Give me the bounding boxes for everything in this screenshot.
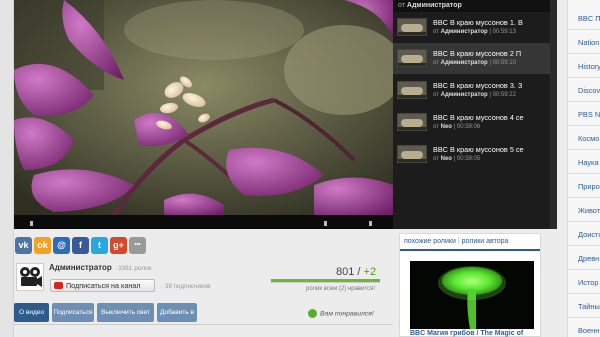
playlist-item[interactable]: BBC В краю муссонов 5 се от Neo | 00:59:… <box>393 139 550 170</box>
category-sidebar: BBC П Nation History Discov PBS N Космо … <box>567 0 600 337</box>
views-count: 801 <box>336 266 355 278</box>
rating-bar-track <box>271 282 380 283</box>
related-tabs: похожие ролики | ролики автора <box>400 234 540 251</box>
related-videos-panel: похожие ролики | ролики автора BBC Магия… <box>399 233 541 337</box>
channel-name-line: Администратор · 3381 ролик <box>49 263 152 272</box>
playlist-scrollbar[interactable] <box>550 0 557 229</box>
rating-bar <box>271 279 380 282</box>
playlist-item-title[interactable]: BBC В краю муссонов 3. З <box>433 81 547 90</box>
playlist-item-meta: от Neo | 00:59:05 <box>433 156 481 162</box>
subscribe-button[interactable]: Подписаться на канал <box>50 279 155 292</box>
video-frame[interactable] <box>14 0 393 215</box>
playlist-item-meta: от Администратор | 00:59:22 <box>433 92 516 98</box>
playlist-item-title[interactable]: BBC В краю муссонов 5 се <box>433 145 547 154</box>
playlist-header-author: Администратор <box>406 2 462 9</box>
tab-author-videos[interactable]: ролики автора <box>462 238 509 245</box>
category-link[interactable]: Истор <box>568 270 600 294</box>
playlist-item-title[interactable]: BBC В краю муссонов 4 се <box>433 113 547 122</box>
playlist-thumbnail[interactable] <box>397 81 427 99</box>
volume-icon[interactable] <box>324 221 327 226</box>
playlist-item[interactable]: BBC В краю муссонов 3. З от Администрато… <box>393 75 550 106</box>
playlist-item[interactable]: BBC В краю муссонов 4 се от Neo | 00:59:… <box>393 107 550 138</box>
channel-avatar[interactable] <box>16 263 44 291</box>
tab-about[interactable]: О видео <box>14 303 49 322</box>
tab-similar-videos[interactable]: похожие ролики <box>404 238 456 245</box>
playlist-item-meta: от Neo | 00:59:06 <box>433 124 481 130</box>
odnoklassniki-icon[interactable]: ok <box>34 237 51 254</box>
category-link[interactable]: BBC П <box>568 6 600 30</box>
playlist-thumbnail[interactable] <box>397 145 427 163</box>
category-link[interactable]: Наука <box>568 150 600 174</box>
playlist-thumbnail[interactable] <box>397 18 427 36</box>
video-tabs: О видео Подписаться Выключить свет Добав… <box>14 303 393 324</box>
category-link[interactable]: Приро <box>568 174 600 198</box>
like-message-text: Вам понравился! <box>320 310 374 318</box>
playlist-item-meta: от Администратор | 00:59:13 <box>433 29 516 35</box>
facebook-icon[interactable]: f <box>72 237 89 254</box>
more-icon[interactable]: ••• <box>129 237 146 254</box>
fullscreen-icon[interactable] <box>369 221 372 226</box>
like-message: Вам понравился! <box>308 309 374 318</box>
subscribe-button-label: Подписаться на канал <box>66 281 141 290</box>
likes-plus: +2 <box>363 266 377 278</box>
channel-name[interactable]: Администратор <box>49 263 112 272</box>
vk-icon[interactable]: vk <box>15 237 32 254</box>
playlist-thumbnail[interactable] <box>397 49 427 67</box>
category-link[interactable]: Discov <box>568 78 600 102</box>
playlist-item-title[interactable]: BBC В краю муссонов 2 П <box>433 49 547 58</box>
category-link[interactable]: Военн <box>568 318 600 337</box>
googleplus-icon[interactable]: g+ <box>110 237 127 254</box>
tab-add-to[interactable]: Добавить в <box>157 303 197 322</box>
playlist-item-active[interactable]: BBC В краю муссонов 2 П от Администратор… <box>393 43 550 74</box>
playlist: от Администратор BBC В краю муссонов 1. … <box>393 0 550 229</box>
subscriber-count: · 39 подписчиков <box>161 283 211 290</box>
playlist-item-meta: от Администратор | 00:59:10 <box>433 60 516 66</box>
playlist-thumbnail[interactable] <box>397 113 427 131</box>
category-link[interactable]: Nation <box>568 30 600 54</box>
view-score: 801 / +2 <box>336 266 377 278</box>
category-link[interactable]: Тайны <box>568 294 600 318</box>
category-link[interactable]: Доисто <box>568 222 600 246</box>
category-link[interactable]: Космо <box>568 126 600 150</box>
category-link[interactable]: History <box>568 54 600 78</box>
related-video-title[interactable]: BBC Магия грибов / The Magic of <box>410 330 523 337</box>
playlist-header-prefix: от <box>398 2 405 9</box>
twitter-icon[interactable]: t <box>91 237 108 254</box>
related-video-thumbnail[interactable] <box>410 261 534 329</box>
tab-lights-off[interactable]: Выключить свет <box>97 303 154 322</box>
thumbs-up-icon <box>308 309 317 318</box>
tab-subscribe[interactable]: Подписаться <box>52 303 94 322</box>
film-camera-icon <box>20 267 42 287</box>
category-link[interactable]: Живот <box>568 198 600 222</box>
category-link[interactable]: Древн <box>568 246 600 270</box>
rating-text: ролик всем (2) нравится! <box>306 286 376 292</box>
playlist-item-title[interactable]: BBC В краю муссонов 1. В <box>433 18 547 27</box>
divider <box>14 324 393 325</box>
youtube-icon <box>54 282 63 289</box>
channel-video-count: · 3381 ролик <box>113 265 152 272</box>
mailru-icon[interactable]: @ <box>53 237 70 254</box>
left-edge-strip <box>0 0 14 337</box>
playlist-item[interactable]: BBC В краю муссонов 1. В от Администрато… <box>393 12 550 43</box>
player-control-bar[interactable] <box>14 215 393 229</box>
video-player[interactable] <box>14 0 393 229</box>
page: от Администратор BBC В краю муссонов 1. … <box>0 0 600 337</box>
category-link[interactable]: PBS N <box>568 102 600 126</box>
playlist-header: от Администратор <box>393 0 550 12</box>
play-icon[interactable] <box>30 221 33 226</box>
